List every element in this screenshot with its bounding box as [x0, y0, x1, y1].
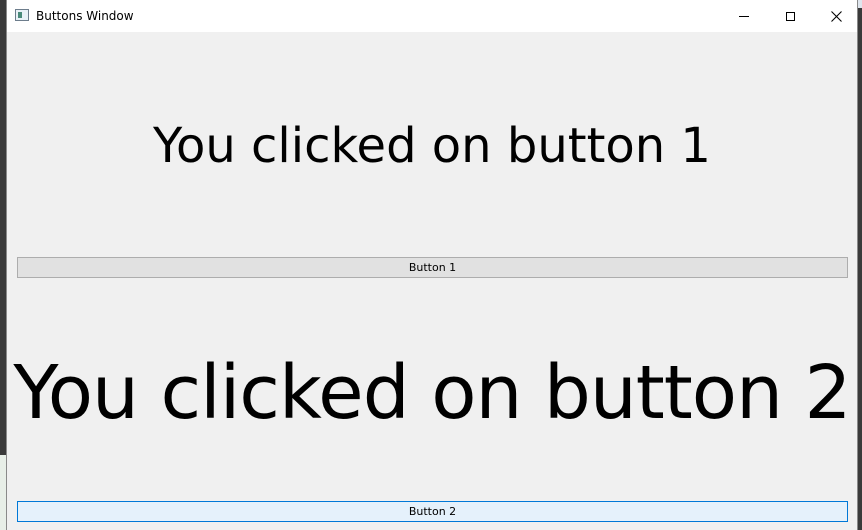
button-1[interactable]: Button 1	[17, 257, 848, 278]
maximize-button[interactable]	[767, 0, 813, 32]
maximize-icon	[785, 11, 795, 21]
buttons-window: Buttons Window You clicked on button 1 B…	[6, 0, 858, 530]
minimize-button[interactable]	[721, 0, 767, 32]
minimize-icon	[739, 15, 749, 17]
label-button-1-message: You clicked on button 1	[153, 118, 711, 174]
app-window-icon	[15, 9, 29, 21]
title-bar[interactable]: Buttons Window	[7, 0, 857, 32]
close-button[interactable]	[813, 0, 859, 32]
label-button-2-message: You clicked on button 2	[13, 350, 851, 436]
window-title: Buttons Window	[36, 9, 134, 23]
close-icon	[830, 10, 842, 22]
button-2[interactable]: Button 2	[17, 501, 848, 522]
